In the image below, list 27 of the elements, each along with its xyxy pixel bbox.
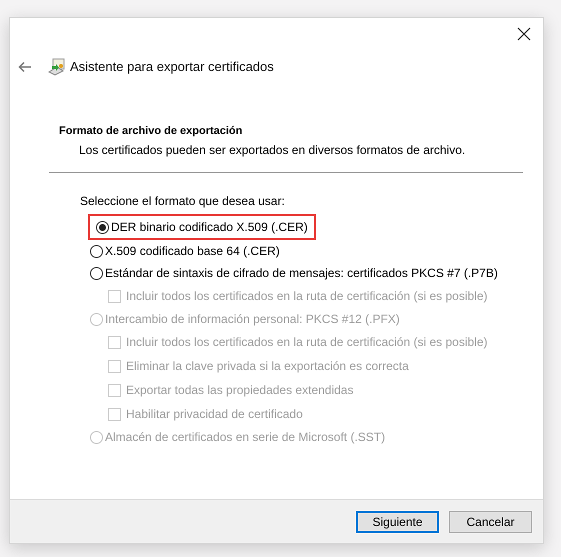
format-radio-option[interactable]: DER binario codificado X.509 (.CER): [88, 214, 316, 240]
checkbox-label: Eliminar la clave privada si la exportación es correcta: [126, 358, 409, 375]
radio-button[interactable]: [90, 244, 103, 258]
checkbox-label: Habilitar privacidad de certificado: [126, 406, 303, 423]
certificate-icon: [48, 58, 66, 76]
section-description: Los certificados pueden ser exportados en diversos formatos de archivo.: [78, 142, 466, 159]
close-icon: [517, 27, 531, 41]
checkbox-label: Incluir todos los certificados en la ruta de certificación (si es posible): [126, 334, 488, 351]
format-radio-option[interactable]: X.509 codificado base 64 (.CER): [90, 240, 543, 262]
back-arrow-icon: [18, 60, 32, 73]
radio-button[interactable]: [90, 266, 103, 280]
radio-button[interactable]: [96, 220, 109, 234]
format-radio-option[interactable]: Estándar de sintaxis de cifrado de mensajes: certificados PKCS #7 (.P7B): [90, 262, 543, 284]
dialog-button[interactable]: Cancelar: [449, 510, 532, 532]
close-button[interactable]: [517, 27, 531, 41]
option-label: X.509 codificado base 64 (.CER): [105, 243, 280, 260]
option-label: Intercambio de información personal: PKCS #12 (.PFX): [105, 311, 400, 328]
back-button[interactable]: [18, 60, 32, 73]
dialog-button[interactable]: Siguiente: [356, 510, 439, 532]
checkbox-label: Incluir todos los certificados en la ruta de certificación (si es posible): [126, 288, 488, 305]
prompt-label: Seleccione el formato que desea usar:: [80, 193, 286, 210]
option-label: DER binario codificado X.509 (.CER): [111, 219, 308, 236]
checkbox-label: Exportar todas las propiedades extendidas: [126, 382, 354, 399]
option-label: Almacén de certificados en serie de Microsoft (.SST): [105, 429, 386, 446]
window-title: Asistente para exportar certificados: [70, 58, 274, 76]
section-heading: Formato de archivo de exportación: [59, 124, 244, 138]
option-label: Estándar de sintaxis de cifrado de mensajes: certificados PKCS #7 (.P7B): [105, 265, 498, 282]
